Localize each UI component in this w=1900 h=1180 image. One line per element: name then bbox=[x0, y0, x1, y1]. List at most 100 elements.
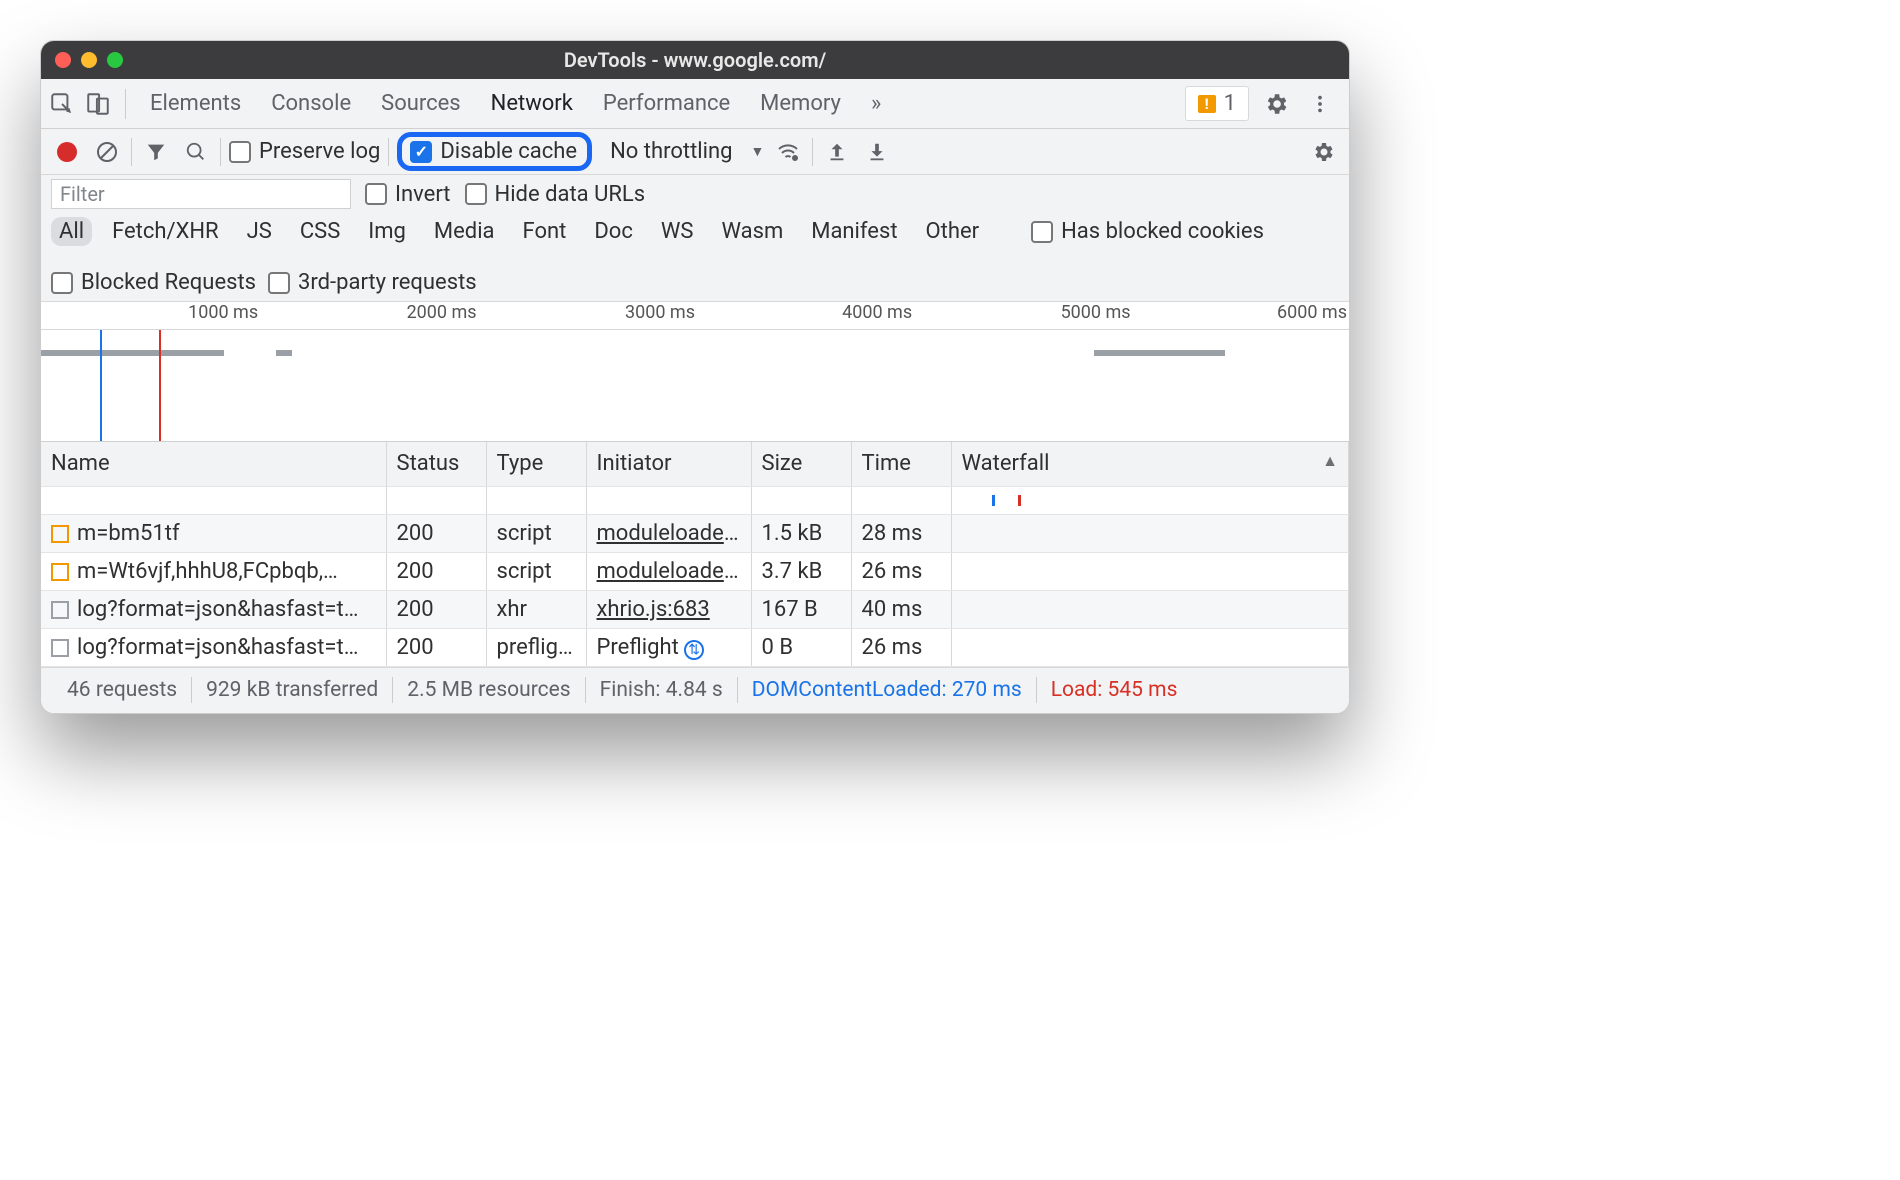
type-filter-wasm[interactable]: Wasm bbox=[713, 217, 791, 246]
xhr-file-icon bbox=[51, 601, 69, 619]
throttling-dropdown[interactable]: No throttling ▼ bbox=[600, 139, 764, 164]
table-row[interactable]: log?format=json&hasfast=t… 200 xhr xhrio… bbox=[41, 590, 1349, 628]
checkbox-icon bbox=[229, 141, 251, 163]
preserve-log-checkbox[interactable]: Preserve log bbox=[229, 139, 380, 164]
close-window-button[interactable] bbox=[55, 52, 71, 68]
type-filter-other[interactable]: Other bbox=[918, 217, 988, 246]
timeline-tick: 2000 ms bbox=[407, 302, 477, 323]
timeline-overview[interactable]: 1000 ms 2000 ms 3000 ms 4000 ms 5000 ms … bbox=[41, 302, 1349, 442]
table-row[interactable]: log?format=json&hasfast=t… 200 preflight… bbox=[41, 628, 1349, 666]
disable-cache-checkbox[interactable]: Disable cache bbox=[410, 139, 577, 164]
timeline-tick: 6000 ms bbox=[1277, 302, 1347, 323]
filter-toggle-icon[interactable] bbox=[140, 136, 172, 168]
type-filter-fetch-xhr[interactable]: Fetch/XHR bbox=[104, 217, 227, 246]
col-waterfall-header[interactable]: Waterfall▲ bbox=[951, 442, 1349, 486]
type-filter-img[interactable]: Img bbox=[360, 217, 414, 246]
col-time-header[interactable]: Time bbox=[851, 442, 951, 486]
network-conditions-icon[interactable] bbox=[772, 136, 804, 168]
status-requests: 46 requests bbox=[53, 678, 191, 702]
tab-console[interactable]: Console bbox=[257, 79, 365, 128]
cell-type: preflight bbox=[486, 628, 586, 666]
tabs-overflow[interactable]: » bbox=[857, 79, 895, 128]
col-status-header[interactable]: Status bbox=[386, 442, 486, 486]
cell-initiator[interactable]: moduleloader… bbox=[597, 559, 745, 584]
cell-status: 200 bbox=[386, 628, 486, 666]
preflight-swap-icon: ⇅ bbox=[684, 640, 704, 660]
requests-table: Name Status Type Initiator Size Time Wat… bbox=[41, 442, 1349, 667]
separator bbox=[131, 138, 132, 166]
sort-arrow-icon: ▲ bbox=[1322, 451, 1338, 471]
minimize-window-button[interactable] bbox=[81, 52, 97, 68]
cell-name: log?format=json&hasfast=t… bbox=[77, 635, 358, 660]
cell-initiator[interactable]: xhrio.js:683 bbox=[597, 597, 710, 622]
tab-elements[interactable]: Elements bbox=[136, 79, 255, 128]
status-resources: 2.5 MB resources bbox=[393, 678, 584, 702]
cell-size: 167 B bbox=[751, 590, 851, 628]
script-file-icon bbox=[51, 525, 69, 543]
status-finish: Finish: 4.84 s bbox=[586, 678, 737, 702]
col-size-header[interactable]: Size bbox=[751, 442, 851, 486]
cell-time: 26 ms bbox=[851, 552, 951, 590]
clear-button[interactable] bbox=[91, 136, 123, 168]
table-row[interactable]: m=Wt6vjf,hhhU8,FCpbqb,… 200 script modul… bbox=[41, 552, 1349, 590]
filter-bar: Filter Invert Hide data URLs All Fetch/X… bbox=[41, 175, 1349, 302]
disable-cache-highlight: Disable cache bbox=[397, 132, 592, 171]
type-filter-manifest[interactable]: Manifest bbox=[803, 217, 905, 246]
timeline-tick: 5000 ms bbox=[1061, 302, 1131, 323]
blocked-requests-label: Blocked Requests bbox=[81, 270, 256, 295]
type-filter-all[interactable]: All bbox=[51, 217, 92, 246]
invert-checkbox[interactable]: Invert bbox=[365, 182, 451, 207]
col-initiator-header[interactable]: Initiator bbox=[586, 442, 751, 486]
type-filter-doc[interactable]: Doc bbox=[586, 217, 641, 246]
zoom-window-button[interactable] bbox=[107, 52, 123, 68]
col-name-header[interactable]: Name bbox=[41, 442, 386, 486]
upload-har-icon[interactable] bbox=[821, 136, 853, 168]
timeline-ruler: 1000 ms 2000 ms 3000 ms 4000 ms 5000 ms … bbox=[41, 302, 1349, 330]
device-toolbar-icon[interactable] bbox=[81, 87, 115, 121]
blocked-requests-checkbox[interactable]: Blocked Requests bbox=[51, 270, 256, 295]
timeline-plot bbox=[41, 330, 1349, 441]
checkbox-icon bbox=[1031, 221, 1053, 243]
more-vertical-icon[interactable] bbox=[1303, 87, 1337, 121]
tab-performance[interactable]: Performance bbox=[589, 79, 744, 128]
type-filter-js[interactable]: JS bbox=[239, 217, 280, 246]
network-settings-gear-icon[interactable] bbox=[1307, 136, 1339, 168]
issues-badge[interactable]: ! 1 bbox=[1185, 86, 1249, 121]
col-type-header[interactable]: Type bbox=[486, 442, 586, 486]
settings-gear-icon[interactable] bbox=[1259, 87, 1293, 121]
third-party-checkbox[interactable]: 3rd-party requests bbox=[268, 270, 477, 295]
filter-input[interactable]: Filter bbox=[51, 179, 351, 209]
has-blocked-cookies-checkbox[interactable]: Has blocked cookies bbox=[1031, 219, 1264, 244]
timeline-tick: 4000 ms bbox=[842, 302, 912, 323]
separator bbox=[388, 138, 389, 166]
hide-data-urls-checkbox[interactable]: Hide data URLs bbox=[465, 182, 646, 207]
main-tabstrip: Elements Console Sources Network Perform… bbox=[41, 79, 1349, 129]
filter-placeholder: Filter bbox=[60, 182, 105, 206]
tab-sources[interactable]: Sources bbox=[367, 79, 475, 128]
window-controls bbox=[55, 52, 123, 68]
inspect-element-icon[interactable] bbox=[45, 87, 79, 121]
type-filter-media[interactable]: Media bbox=[426, 217, 503, 246]
cell-time: 40 ms bbox=[851, 590, 951, 628]
cell-initiator: Preflight bbox=[597, 635, 679, 660]
checkbox-icon bbox=[268, 272, 290, 294]
search-icon[interactable] bbox=[180, 136, 212, 168]
timeline-tick: 3000 ms bbox=[625, 302, 695, 323]
checkbox-icon bbox=[51, 272, 73, 294]
cell-name: log?format=json&hasfast=t… bbox=[77, 597, 358, 622]
download-har-icon[interactable] bbox=[861, 136, 893, 168]
status-load: Load: 545 ms bbox=[1037, 678, 1192, 702]
tab-memory[interactable]: Memory bbox=[746, 79, 855, 128]
type-filter-css[interactable]: CSS bbox=[292, 217, 348, 246]
titlebar: DevTools - www.google.com/ bbox=[41, 41, 1349, 79]
window-title: DevTools - www.google.com/ bbox=[564, 48, 826, 72]
type-filter-ws[interactable]: WS bbox=[653, 217, 702, 246]
type-filter-font[interactable]: Font bbox=[515, 217, 575, 246]
invert-label: Invert bbox=[395, 182, 451, 207]
tab-network[interactable]: Network bbox=[477, 79, 587, 128]
table-row[interactable]: m=bm51tf 200 script moduleloader… 1.5 kB… bbox=[41, 514, 1349, 552]
record-button[interactable] bbox=[51, 136, 83, 168]
throttling-value: No throttling bbox=[610, 139, 732, 164]
cell-initiator[interactable]: moduleloader… bbox=[597, 521, 745, 546]
status-bar: 46 requests 929 kB transferred 2.5 MB re… bbox=[41, 667, 1349, 713]
